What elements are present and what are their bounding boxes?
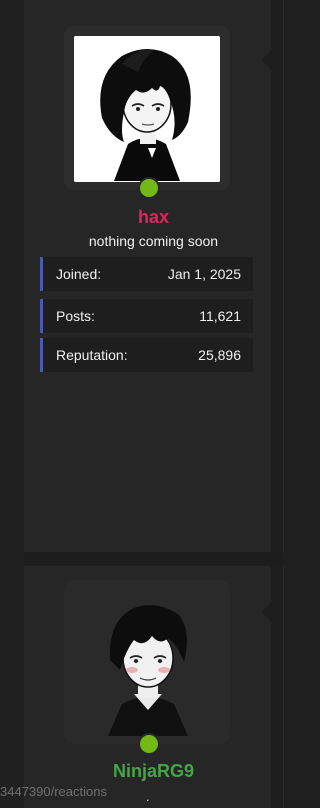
user-title: nothing coming soon <box>88 233 219 249</box>
stat-label: Joined: <box>56 266 102 282</box>
post-arrow-notch <box>261 50 271 70</box>
status-bar-dot: . <box>146 789 150 804</box>
online-status-dot <box>138 177 160 199</box>
stat-value[interactable]: 11,621 <box>199 308 241 324</box>
stat-value: Jan 1, 2025 <box>167 266 241 282</box>
stat-reputation: Reputation: 25,896 <box>40 338 253 372</box>
avatar-illustration <box>74 590 220 736</box>
stat-posts: Posts: 11,621 <box>40 299 253 333</box>
avatar-ninjarg9[interactable] <box>64 580 230 744</box>
stat-joined: Joined: Jan 1, 2025 <box>40 257 253 291</box>
username-link[interactable]: hax <box>24 207 283 228</box>
status-bar-url: 3447390/reactions <box>0 784 107 799</box>
stat-label: Posts: <box>56 308 95 324</box>
stat-value[interactable]: 25,896 <box>198 347 241 363</box>
online-status-dot <box>138 733 160 755</box>
stat-label: Reputation: <box>56 347 128 363</box>
post-right-edge <box>271 0 283 552</box>
avatar-image <box>74 36 220 182</box>
username-link[interactable]: NinjaRG9 <box>24 761 283 782</box>
avatar-image <box>74 590 220 736</box>
avatar-hax[interactable] <box>64 26 230 190</box>
left-rail <box>0 0 24 808</box>
post-arrow-notch <box>261 602 271 622</box>
avatar-illustration <box>74 36 220 182</box>
post-separator <box>24 552 283 566</box>
